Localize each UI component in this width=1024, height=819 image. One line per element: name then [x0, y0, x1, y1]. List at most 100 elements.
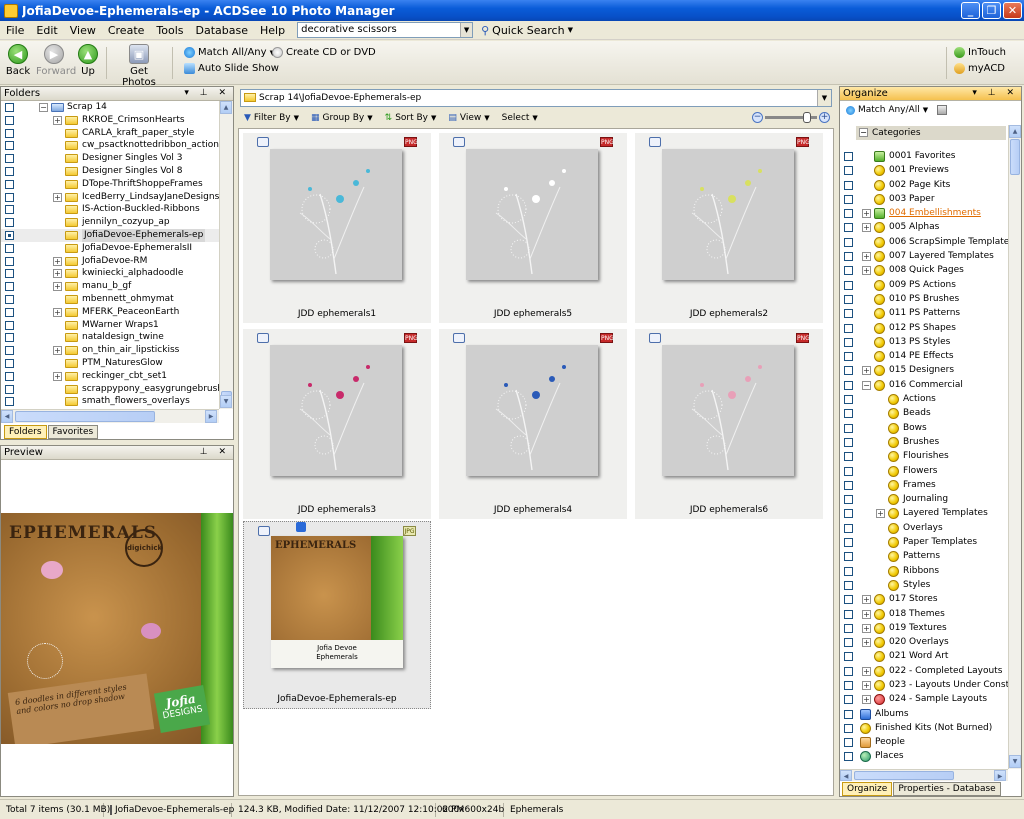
folder-tree-item[interactable]: jennilyn_cozyup_ap: [1, 216, 219, 229]
scroll-left-arrow[interactable]: ◀: [840, 770, 852, 781]
category-item[interactable]: +007 Layered Templates: [840, 249, 1008, 263]
organize-horizontal-scrollbar[interactable]: ◀ ▶: [840, 769, 1008, 781]
folder-tree-item[interactable]: + IcedBerry_LindsayJaneDesigns: [1, 191, 219, 204]
expand-toggle[interactable]: +: [53, 371, 62, 381]
category-checkbox[interactable]: [844, 695, 853, 705]
get-photos-button[interactable]: ▣ Get Photos: [112, 44, 166, 88]
scroll-thumb[interactable]: [15, 411, 155, 422]
tab-properties-database[interactable]: Properties - Database: [893, 782, 1001, 796]
category-checkbox[interactable]: [844, 252, 853, 262]
tree-checkbox[interactable]: [5, 166, 14, 176]
create-cd-button[interactable]: Create CD or DVD: [272, 47, 376, 58]
folder-tree-item[interactable]: JofiaDevoe-Ephemerals-ep: [1, 228, 219, 242]
sort-by-button[interactable]: ⇅ Sort By ▼: [385, 113, 437, 123]
forward-button[interactable]: ▶ Forward: [36, 44, 76, 77]
folder-tree-item[interactable]: + MFERK_PeaceonEarth: [1, 306, 219, 319]
intouch-button[interactable]: InTouch: [954, 47, 1006, 58]
category-checkbox[interactable]: [844, 194, 853, 204]
search-dropdown-arrow[interactable]: ▼: [460, 23, 473, 37]
folder-tree-item[interactable]: + RKROE_CrimsonHearts: [1, 114, 219, 127]
category-checkbox[interactable]: [844, 666, 853, 676]
category-checkbox[interactable]: [844, 337, 853, 347]
category-checkbox[interactable]: [844, 380, 853, 390]
category-checkbox[interactable]: [844, 580, 853, 590]
tab-folders[interactable]: Folders: [4, 425, 47, 439]
category-checkbox[interactable]: [844, 638, 853, 648]
match-any-all-button[interactable]: Match Any/All ▼: [846, 105, 948, 115]
menu-create[interactable]: Create: [102, 24, 151, 37]
folder-tree-item[interactable]: smath_flowers_overlays: [1, 395, 219, 408]
expand-toggle[interactable]: +: [876, 509, 885, 519]
up-button[interactable]: ▲ Up: [76, 44, 100, 77]
category-item[interactable]: Overlays: [840, 521, 1008, 535]
category-item[interactable]: +019 Textures: [840, 621, 1008, 635]
category-item[interactable]: Flourishes: [840, 449, 1008, 463]
category-item[interactable]: 013 PS Styles: [840, 335, 1008, 349]
tree-checkbox[interactable]: [5, 307, 14, 317]
category-item[interactable]: + Layered Templates: [840, 506, 1008, 520]
tree-checkbox[interactable]: [5, 128, 14, 138]
myacd-button[interactable]: myACD: [954, 63, 1005, 74]
select-button[interactable]: Select ▼: [502, 113, 538, 123]
category-checkbox[interactable]: [844, 223, 853, 233]
expand-toggle[interactable]: +: [53, 192, 62, 202]
category-item[interactable]: +005 Alphas: [840, 220, 1008, 234]
category-checkbox[interactable]: [844, 152, 853, 161]
scroll-down-arrow[interactable]: ▼: [1009, 755, 1021, 768]
category-checkbox[interactable]: [844, 209, 853, 219]
category-checkbox[interactable]: [844, 609, 853, 619]
category-item[interactable]: Frames: [840, 478, 1008, 492]
menu-tools[interactable]: Tools: [150, 24, 189, 37]
organize-vertical-scrollbar[interactable]: ▲ ▼: [1008, 125, 1021, 769]
category-checkbox[interactable]: [844, 180, 853, 190]
expand-toggle[interactable]: +: [862, 252, 871, 262]
category-checkbox[interactable]: [844, 280, 853, 290]
folder-tree-item[interactable]: Designer Singles Vol 3: [1, 152, 219, 165]
category-item[interactable]: Places: [840, 749, 1008, 763]
search-input[interactable]: decorative scissors ▼: [297, 22, 474, 38]
tree-checkbox[interactable]: [5, 333, 14, 343]
zoom-out-button[interactable]: −: [752, 112, 763, 123]
category-item[interactable]: +008 Quick Pages: [840, 263, 1008, 277]
tree-checkbox[interactable]: [5, 154, 14, 164]
zoom-slider-knob[interactable]: [802, 112, 811, 123]
category-item[interactable]: 012 PS Shapes: [840, 321, 1008, 335]
path-bar[interactable]: Scrap 14\JofiaDevoe-Ephemerals-ep ▼: [240, 89, 832, 107]
tree-checkbox[interactable]: [5, 384, 14, 394]
expand-toggle[interactable]: +: [862, 266, 871, 276]
folder-tree-item[interactable]: + on_thin_air_lipstickiss: [1, 344, 219, 357]
maximize-button[interactable]: ❐: [982, 2, 1001, 19]
category-item[interactable]: +017 Stores: [840, 592, 1008, 606]
auto-slide-show-button[interactable]: Auto Slide Show: [184, 63, 279, 74]
category-item[interactable]: 0001 Favorites: [840, 149, 1008, 163]
category-checkbox[interactable]: [844, 237, 853, 247]
category-item[interactable]: 003 Paper: [840, 192, 1008, 206]
category-checkbox[interactable]: [844, 723, 853, 733]
category-checkbox[interactable]: [844, 652, 853, 662]
thumbnail-tile[interactable]: PNG JDD ephemerals2: [635, 133, 823, 323]
expand-toggle[interactable]: +: [862, 595, 871, 605]
trash-icon[interactable]: [937, 105, 948, 115]
category-item[interactable]: Actions: [840, 392, 1008, 406]
menu-help[interactable]: Help: [254, 24, 291, 37]
expand-toggle[interactable]: +: [862, 223, 871, 233]
category-item[interactable]: 010 PS Brushes: [840, 292, 1008, 306]
filter-by-button[interactable]: ▼ Filter By ▼: [244, 113, 299, 123]
category-checkbox[interactable]: [844, 709, 853, 719]
category-checkbox[interactable]: [844, 752, 853, 762]
expand-toggle[interactable]: +: [862, 623, 871, 633]
tree-checkbox[interactable]: [5, 115, 14, 125]
expand-toggle[interactable]: +: [862, 695, 871, 705]
expand-toggle[interactable]: +: [862, 609, 871, 619]
category-checkbox[interactable]: [844, 523, 853, 533]
view-button[interactable]: ▤ View ▼: [448, 113, 489, 123]
tree-checkbox[interactable]: [5, 371, 14, 381]
folder-tree-item[interactable]: JofiaDevoe-EphemeralsII: [1, 242, 219, 255]
folders-vertical-scrollbar[interactable]: ▲ ▼: [219, 101, 233, 409]
thumbnail-tile[interactable]: PNG JDD ephemerals6: [635, 329, 823, 519]
category-item[interactable]: 009 PS Actions: [840, 278, 1008, 292]
folder-tree-item[interactable]: MWarner Wraps1: [1, 319, 219, 332]
category-item[interactable]: +004 Embellishments: [840, 206, 1008, 220]
category-item[interactable]: Paper Templates: [840, 535, 1008, 549]
category-item[interactable]: People: [840, 735, 1008, 749]
